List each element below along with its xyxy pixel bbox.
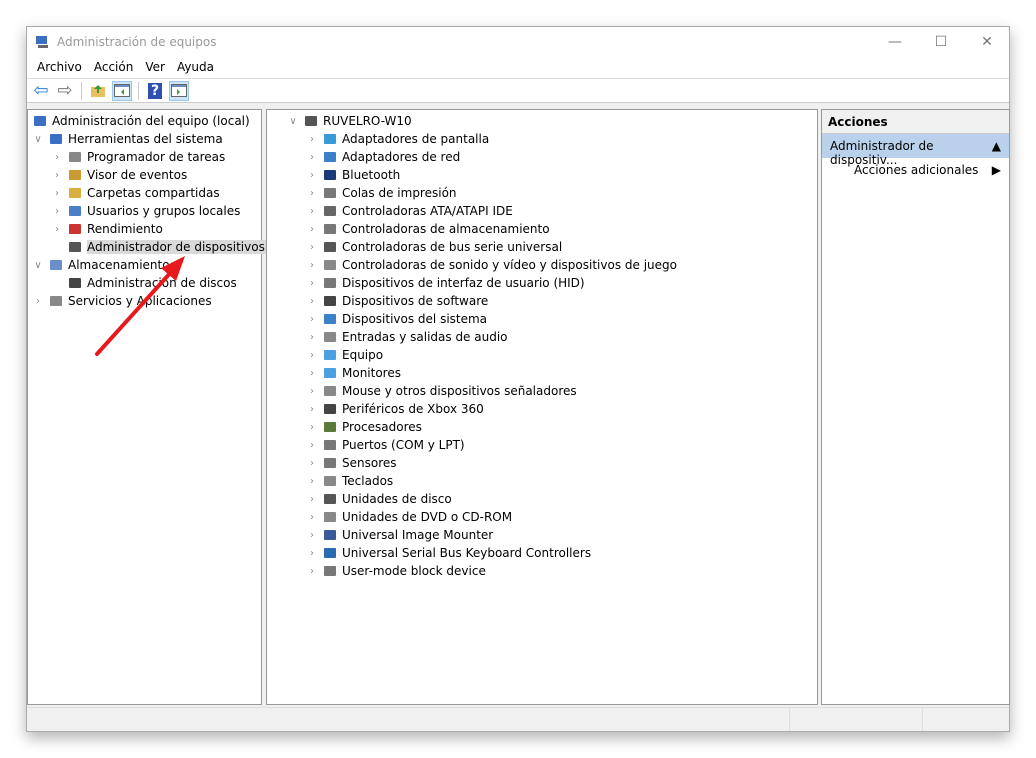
- red-annotation-arrow: [95, 256, 185, 356]
